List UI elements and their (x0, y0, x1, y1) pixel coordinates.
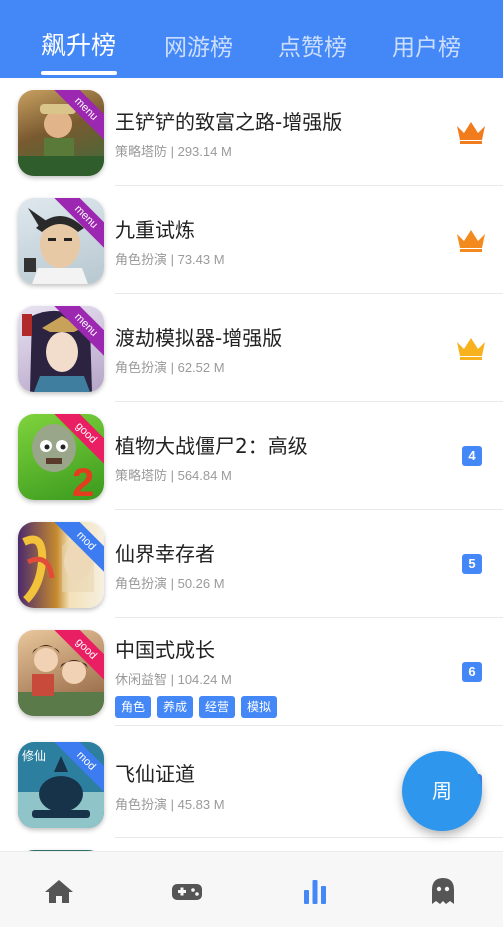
svg-text:2: 2 (72, 461, 94, 500)
app-name: 中国式成长 (115, 638, 215, 662)
app-meta: 角色扮演 | 73.43 M (115, 252, 225, 267)
tag[interactable]: 模拟 (241, 696, 278, 718)
list-item[interactable]: 2 good 植物大战僵尸2：高级 策略塔防 | 564.84 M 4 (0, 402, 503, 510)
gamepad-icon[interactable] (170, 876, 204, 906)
crown-icon (457, 230, 485, 252)
bottom-nav (0, 851, 503, 927)
list-item[interactable] (0, 838, 503, 851)
app-meta: 策略塔防 | 293.14 M (115, 144, 232, 159)
app-icon: good (18, 630, 104, 716)
app-name: 仙界幸存者 (115, 542, 215, 566)
tag[interactable]: 养成 (157, 696, 194, 718)
app-name: 王铲铲的致富之路-增强版 (115, 110, 343, 134)
app-name: 渡劫模拟器-增强版 (115, 326, 283, 350)
crown-icon (457, 338, 485, 360)
home-icon[interactable] (42, 876, 76, 906)
tag-list: 角色 养成 经营 模拟 (115, 696, 278, 718)
list-item[interactable]: menu 九重试炼 角色扮演 | 73.43 M (0, 186, 503, 294)
app-meta: 角色扮演 | 62.52 M (115, 360, 225, 375)
app-name: 飞仙证道 (115, 762, 195, 786)
app-icon: 修仙 mod (18, 742, 104, 828)
list-item[interactable]: good 中国式成长 休闲益智 | 104.24 M 角色 养成 经营 模拟 6 (0, 618, 503, 726)
active-tab-indicator (41, 71, 117, 75)
app-name: 九重试炼 (115, 218, 195, 242)
app-ranking-list[interactable]: menu 王铲铲的致富之路-增强版 策略塔防 | 293.14 M menu 九… (0, 78, 503, 851)
ghost-icon[interactable] (426, 876, 460, 906)
list-item[interactable]: menu 王铲铲的致富之路-增强版 策略塔防 | 293.14 M (0, 78, 503, 186)
app-meta: 角色扮演 | 45.83 M (115, 797, 225, 812)
top-tab-bar: 飙升榜 网游榜 点赞榜 用户榜 (0, 0, 503, 78)
app-name: 植物大战僵尸2：高级 (115, 434, 308, 458)
crown-icon (457, 122, 485, 144)
list-item[interactable]: mod 仙界幸存者 角色扮演 | 50.26 M 5 (0, 510, 503, 618)
weekly-filter-fab[interactable]: 周 (402, 751, 482, 831)
svg-text:修仙: 修仙 (22, 748, 46, 763)
bar-chart-icon[interactable] (298, 876, 332, 906)
app-icon: mod (18, 522, 104, 608)
app-meta: 策略塔防 | 564.84 M (115, 468, 232, 483)
rank-badge: 6 (462, 662, 482, 682)
app-icon: menu (18, 90, 104, 176)
rank-badge: 4 (462, 446, 482, 466)
app-meta: 角色扮演 | 50.26 M (115, 576, 225, 591)
app-icon: menu (18, 198, 104, 284)
rank-badge: 5 (462, 554, 482, 574)
app-icon: 2 good (18, 414, 104, 500)
tab-online-games[interactable]: 网游榜 (164, 28, 233, 62)
tag[interactable]: 经营 (199, 696, 236, 718)
tab-users[interactable]: 用户榜 (392, 28, 461, 62)
tab-likes[interactable]: 点赞榜 (278, 28, 347, 62)
tag[interactable]: 角色 (115, 696, 152, 718)
list-item[interactable]: menu 渡劫模拟器-增强版 角色扮演 | 62.52 M (0, 294, 503, 402)
app-meta: 休闲益智 | 104.24 M (115, 672, 232, 687)
app-icon: menu (18, 306, 104, 392)
tab-soaring[interactable]: 飙升榜 (41, 26, 116, 62)
